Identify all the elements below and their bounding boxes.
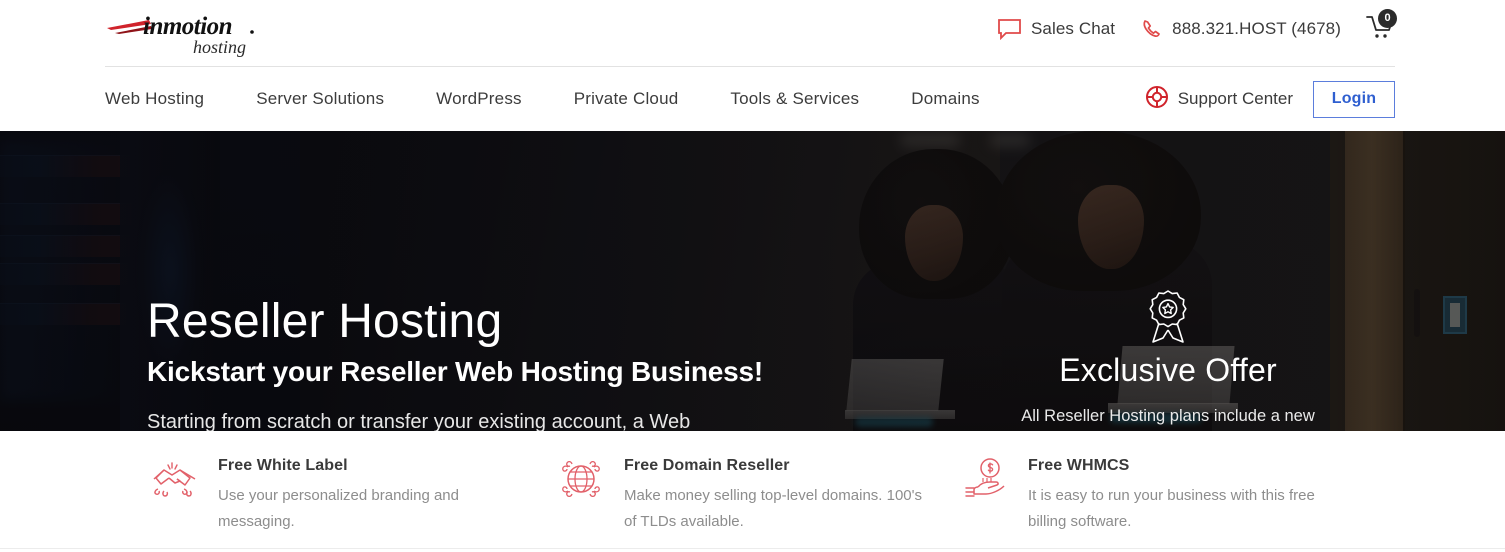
lifering-icon <box>1145 85 1169 114</box>
hero-description-line-1: Starting from scratch or transfer your e… <box>147 411 691 431</box>
hero-content: Reseller Hosting Kickstart your Reseller… <box>0 131 1505 431</box>
nav-items: Web Hosting Server Solutions WordPress P… <box>105 67 1032 131</box>
offer-description: All Reseller Hosting plans include a new… <box>1021 407 1315 425</box>
top-bar: inmotion hosting Sales Chat 888.321.HOST… <box>0 0 1505 66</box>
award-ribbon-icon <box>998 286 1338 350</box>
feature-title: Free White Label <box>218 457 348 474</box>
cart-count-badge: 0 <box>1378 9 1397 28</box>
nav-item-domains[interactable]: Domains <box>911 89 979 109</box>
login-button[interactable]: Login <box>1313 80 1395 118</box>
feature-text: Free Domain Reseller Make money selling … <box>624 453 924 535</box>
exclusive-offer-panel: Exclusive Offer All Reseller Hosting pla… <box>998 286 1338 431</box>
handshake-icon <box>150 453 200 505</box>
feature-title: Free WHMCS <box>1028 457 1130 474</box>
feature-whmcs: Free WHMCS It is easy to run your busine… <box>960 453 1340 535</box>
feature-domain-reseller: Free Domain Reseller Make money selling … <box>556 453 936 535</box>
phone-link[interactable]: 888.321.HOST (4678) <box>1141 18 1341 40</box>
feature-description: It is easy to run your business with thi… <box>1028 487 1315 530</box>
feature-text: Free WHMCS It is easy to run your busine… <box>1028 453 1328 535</box>
sales-chat-link[interactable]: Sales Chat <box>997 18 1115 40</box>
chat-bubble-icon <box>997 18 1022 40</box>
site-logo[interactable]: inmotion hosting <box>105 10 265 58</box>
feature-description: Make money selling top-level domains. 10… <box>624 487 923 530</box>
bottom-divider <box>0 548 1505 549</box>
svg-text:inmotion: inmotion <box>143 13 232 40</box>
support-center-link[interactable]: Support Center <box>1145 85 1293 114</box>
hero-description: Starting from scratch or transfer your e… <box>147 403 869 431</box>
phone-icon <box>1141 18 1163 40</box>
feature-strip: Free White Label Use your personalized b… <box>0 431 1505 552</box>
feature-text: Free White Label Use your personalized b… <box>218 453 518 535</box>
nav-item-tools-services[interactable]: Tools & Services <box>730 89 859 109</box>
hero-banner: Reseller Hosting Kickstart your Reseller… <box>0 131 1505 431</box>
phone-number: 888.321.HOST (4678) <box>1172 19 1341 38</box>
globe-icon <box>556 453 606 505</box>
hand-coin-icon <box>960 453 1010 505</box>
sales-chat-label: Sales Chat <box>1030 19 1116 38</box>
nav-item-private-cloud[interactable]: Private Cloud <box>574 89 679 109</box>
nav-item-server-solutions[interactable]: Server Solutions <box>256 89 384 109</box>
nav-actions: Support Center Login <box>1145 67 1395 131</box>
svg-text:hosting: hosting <box>193 37 246 57</box>
feature-description: Use your personalized branding and messa… <box>218 487 459 530</box>
cart-button[interactable]: 0 <box>1365 9 1397 45</box>
hero-subtitle: Kickstart your Reseller Web Hosting Busi… <box>147 356 763 387</box>
feature-title: Free Domain Reseller <box>624 457 790 474</box>
nav-item-wordpress[interactable]: WordPress <box>436 89 522 109</box>
feature-white-label: Free White Label Use your personalized b… <box>150 453 530 535</box>
hero-title: Reseller Hosting <box>147 295 503 348</box>
nav-item-web-hosting[interactable]: Web Hosting <box>105 89 204 109</box>
main-navigation: Web Hosting Server Solutions WordPress P… <box>0 67 1505 131</box>
offer-title: Exclusive Offer <box>1059 352 1277 388</box>
topbar-actions: Sales Chat 888.321.HOST (4678) 0 <box>997 9 1397 46</box>
support-center-label: Support Center <box>1177 89 1293 108</box>
